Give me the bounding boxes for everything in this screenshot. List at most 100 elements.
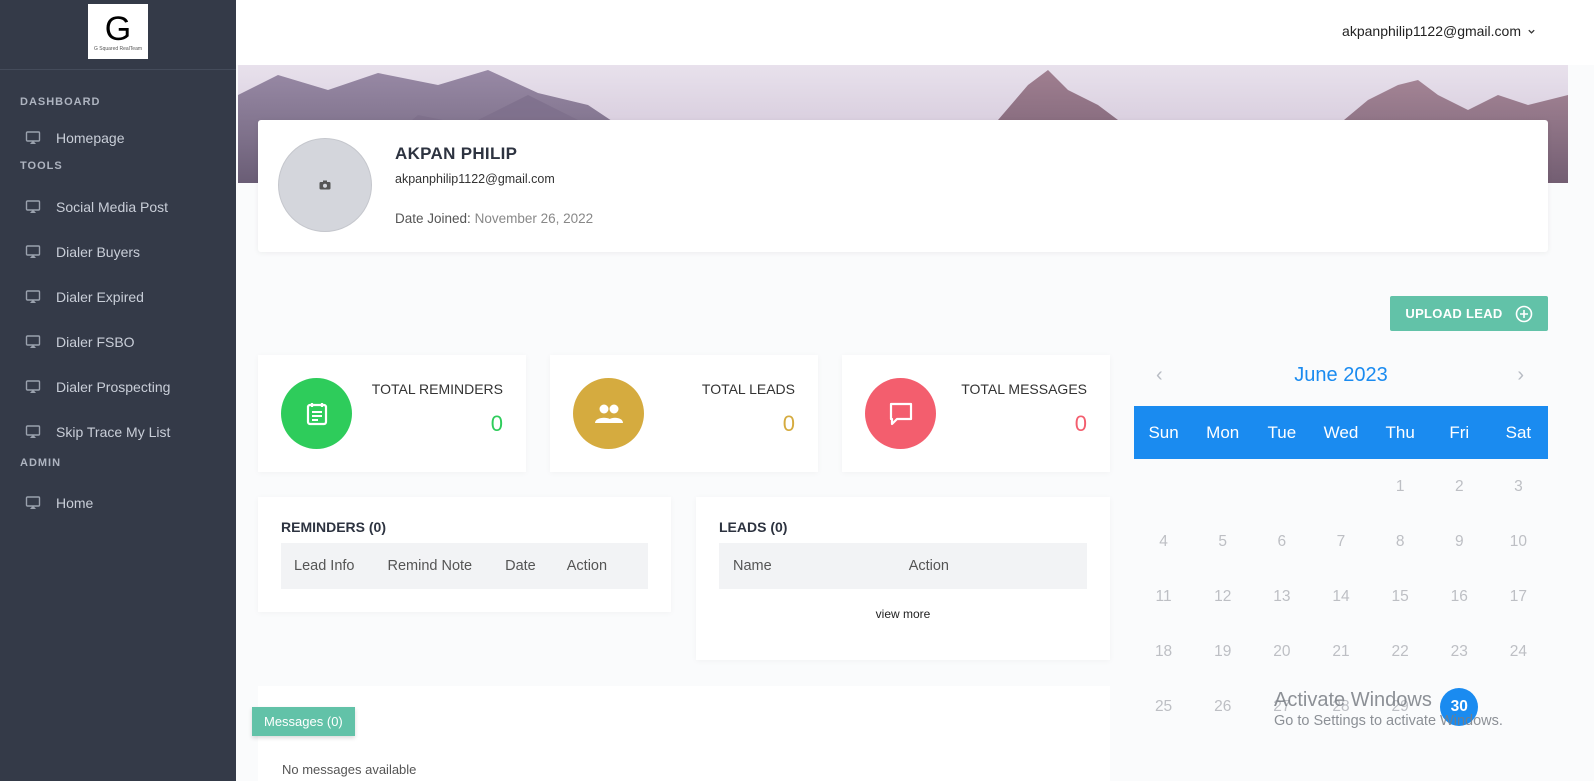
calendar-empty-cell: [1311, 459, 1370, 514]
stat-card-reminders: TOTAL REMINDERS 0: [258, 355, 526, 472]
calendar-day-number: 26: [1214, 697, 1232, 715]
calendar-week-row: 1 2 3: [1134, 459, 1548, 514]
weekday-label: Thu: [1385, 422, 1415, 442]
reminder-icon-circle: [281, 378, 352, 449]
column-header: Action: [908, 558, 949, 574]
sidebar-item-dialer-prospecting[interactable]: Dialer Prospecting: [0, 364, 236, 409]
column-header: Action: [566, 558, 608, 574]
section-tools: TOOLS: [20, 160, 63, 172]
calendar-day[interactable]: 18: [1134, 624, 1193, 679]
upload-lead-button[interactable]: UPLOAD LEAD: [1390, 296, 1548, 331]
sidebar-item-label: Dialer Buyers: [56, 243, 141, 260]
sidebar-item-social-media-post[interactable]: Social Media Post: [0, 184, 236, 229]
profile-card: AKPAN PHILIP akpanphilip1122@gmail.com D…: [258, 120, 1548, 252]
calendar-day-number: 1: [1395, 477, 1405, 495]
sidebar-item-skip-trace[interactable]: Skip Trace My List: [0, 409, 236, 454]
sidebar-item-home[interactable]: Home: [0, 480, 236, 525]
calendar-day[interactable]: 19: [1193, 624, 1252, 679]
calendar-next-button[interactable]: ›: [1517, 364, 1524, 387]
logo[interactable]: G G Squared RealTeam: [88, 4, 148, 59]
calendar-day-number: 24: [1509, 642, 1528, 660]
user-menu[interactable]: akpanphilip1122@gmail.com: [1342, 23, 1536, 39]
messages-empty-text: No messages available: [282, 762, 417, 777]
sidebar-item-homepage[interactable]: Homepage: [0, 115, 236, 160]
reminders-table-header: Lead Info Remind Note Date Action: [281, 543, 648, 589]
people-icon: [594, 404, 623, 423]
weekday-label: Sun: [1148, 422, 1179, 442]
calendar-day[interactable]: 9: [1430, 514, 1489, 569]
calendar-day[interactable]: 7: [1311, 514, 1370, 569]
calendar-empty-cell: [1252, 459, 1311, 514]
calendar-day[interactable]: 1: [1371, 459, 1430, 514]
calendar-day[interactable]: 5: [1193, 514, 1252, 569]
calendar-day[interactable]: 4: [1134, 514, 1193, 569]
calendar-day-number: 4: [1159, 532, 1168, 550]
monitor-icon: [25, 334, 41, 348]
sidebar-item-label: Dialer FSBO: [56, 333, 135, 350]
calendar-day[interactable]: 14: [1311, 569, 1370, 624]
leads-table-header: Name Action: [719, 543, 1087, 589]
camera-icon: [319, 180, 331, 190]
calendar-day[interactable]: 23: [1430, 624, 1489, 679]
calendar-day[interactable]: 25: [1134, 679, 1193, 734]
calendar-week-row: 18 19 20 21 22 23 24: [1134, 624, 1548, 679]
calendar-day[interactable]: 2: [1430, 459, 1489, 514]
avatar[interactable]: [278, 138, 372, 232]
profile-name: AKPAN PHILIP: [395, 144, 518, 163]
leads-title: LEADS (0): [719, 519, 788, 535]
logo-text: G Squared RealTeam: [93, 45, 143, 52]
calendar-day[interactable]: 8: [1371, 514, 1430, 569]
messages-tag: Messages (0): [252, 707, 355, 736]
profile-email: akpanphilip1122@gmail.com: [395, 172, 555, 186]
view-more-link[interactable]: view more: [696, 607, 1110, 621]
reminders-title: REMINDERS (0): [281, 519, 387, 535]
calendar-day-number: 8: [1395, 532, 1405, 550]
column-header: Name: [733, 558, 772, 574]
calendar-day[interactable]: 20: [1252, 624, 1311, 679]
weekday-label: Fri: [1449, 422, 1470, 442]
calendar-day[interactable]: 16: [1430, 569, 1489, 624]
calendar-day-number: 13: [1273, 587, 1291, 605]
weekday-label: Mon: [1206, 422, 1240, 442]
calendar-day-number: 19: [1214, 642, 1232, 660]
watermark-subtitle: Go to Settings to activate Windows.: [1274, 713, 1503, 729]
calendar-day-number: 5: [1218, 532, 1228, 550]
sidebar-item-dialer-buyers[interactable]: Dialer Buyers: [0, 229, 236, 274]
stat-card-messages: TOTAL MESSAGES 0: [842, 355, 1110, 472]
calendar-day[interactable]: 15: [1371, 569, 1430, 624]
calendar-day-number: 3: [1514, 477, 1523, 495]
monitor-icon: [25, 130, 41, 144]
reminders-panel: REMINDERS (0) Lead Info Remind Note Date…: [258, 497, 671, 612]
calendar-day[interactable]: 12: [1193, 569, 1252, 624]
date-joined-label: Date Joined:: [395, 211, 471, 226]
calendar-day[interactable]: 17: [1489, 569, 1548, 624]
calendar-day-number: 25: [1154, 697, 1173, 715]
stat-value: 0: [782, 411, 795, 436]
calendar-day[interactable]: 26: [1193, 679, 1252, 734]
sidebar: G G Squared RealTeam DASHBOARD Homepage …: [0, 0, 236, 781]
calendar-day[interactable]: 10: [1489, 514, 1548, 569]
calendar-day[interactable]: 6: [1252, 514, 1311, 569]
date-joined: Date Joined: November 26, 2022: [395, 211, 593, 226]
calendar-prev-button[interactable]: ‹: [1156, 364, 1163, 387]
section-dashboard: DASHBOARD: [20, 96, 101, 108]
weekday-label: Tue: [1267, 422, 1297, 442]
calendar-day[interactable]: 22: [1371, 624, 1430, 679]
monitor-icon: [25, 199, 41, 213]
calendar-day[interactable]: 3: [1489, 459, 1548, 514]
top-header: akpanphilip1122@gmail.com: [236, 0, 1594, 65]
sidebar-item-dialer-fsbo[interactable]: Dialer FSBO: [0, 319, 236, 364]
sidebar-item-label: Skip Trace My List: [56, 423, 171, 440]
calendar-day[interactable]: 13: [1252, 569, 1311, 624]
calendar-day[interactable]: 24: [1489, 624, 1548, 679]
plus-circle-icon: [1515, 305, 1532, 322]
leads-icon-circle: [573, 378, 644, 449]
calendar-day-number: 11: [1155, 587, 1172, 605]
calendar-day-number: 20: [1273, 642, 1291, 660]
calendar-day[interactable]: 11: [1134, 569, 1193, 624]
date-joined-value: November 26, 2022: [474, 211, 594, 226]
stat-card-leads: TOTAL LEADS 0: [550, 355, 818, 472]
calendar-day[interactable]: 21: [1311, 624, 1370, 679]
calendar-day-number: 9: [1454, 532, 1464, 550]
sidebar-item-dialer-expired[interactable]: Dialer Expired: [0, 274, 236, 319]
